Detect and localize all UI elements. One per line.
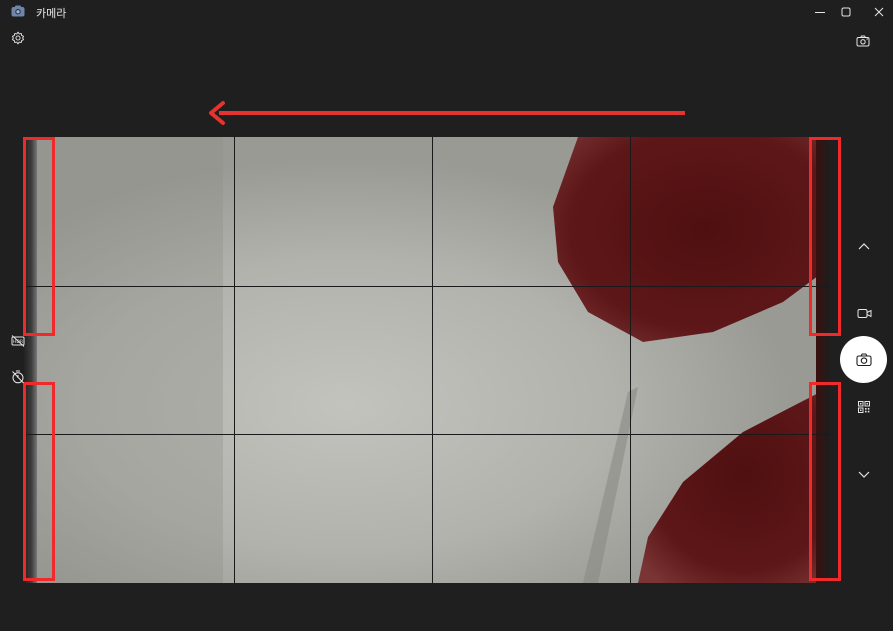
switch-camera-icon	[856, 35, 870, 47]
gear-icon	[11, 31, 25, 45]
camera-app-icon	[11, 5, 25, 17]
annotation-box-top-left	[23, 137, 55, 336]
timer-button[interactable]	[9, 369, 27, 385]
camera-preview-image	[23, 137, 830, 583]
maximize-button[interactable]	[829, 0, 863, 24]
qr-code-icon	[858, 401, 870, 413]
hdr-off-icon: HDR	[11, 335, 25, 347]
annotation-box-bottom-left	[23, 382, 55, 581]
video-mode-button[interactable]	[854, 305, 874, 321]
hdr-button[interactable]: HDR	[9, 333, 27, 349]
chevron-down-icon	[858, 471, 870, 478]
mode-down-button[interactable]	[854, 466, 874, 484]
chevron-up-icon	[858, 243, 870, 250]
grid-line	[23, 434, 830, 435]
maximize-icon	[841, 7, 851, 17]
grid-line	[630, 137, 631, 583]
title-bar: 카메라	[0, 0, 893, 24]
grid-line	[234, 137, 235, 583]
video-icon	[857, 308, 871, 318]
minimize-icon	[815, 12, 825, 13]
close-button[interactable]	[862, 0, 893, 24]
qr-code-mode-button[interactable]	[854, 398, 874, 416]
mode-up-button[interactable]	[854, 237, 874, 255]
shutter-button[interactable]	[840, 336, 887, 383]
switch-camera-button[interactable]	[853, 32, 873, 50]
close-icon	[874, 7, 884, 17]
grid-line	[23, 286, 830, 287]
timer-icon	[12, 370, 24, 384]
annotation-box-top-right	[809, 137, 841, 336]
settings-button[interactable]	[8, 28, 28, 48]
camera-icon	[855, 353, 872, 366]
grid-line	[432, 137, 433, 583]
annotation-box-bottom-right	[809, 382, 841, 581]
camera-viewfinder	[23, 137, 830, 583]
app-title: 카메라	[36, 7, 67, 20]
annotation-arrow	[209, 101, 685, 125]
